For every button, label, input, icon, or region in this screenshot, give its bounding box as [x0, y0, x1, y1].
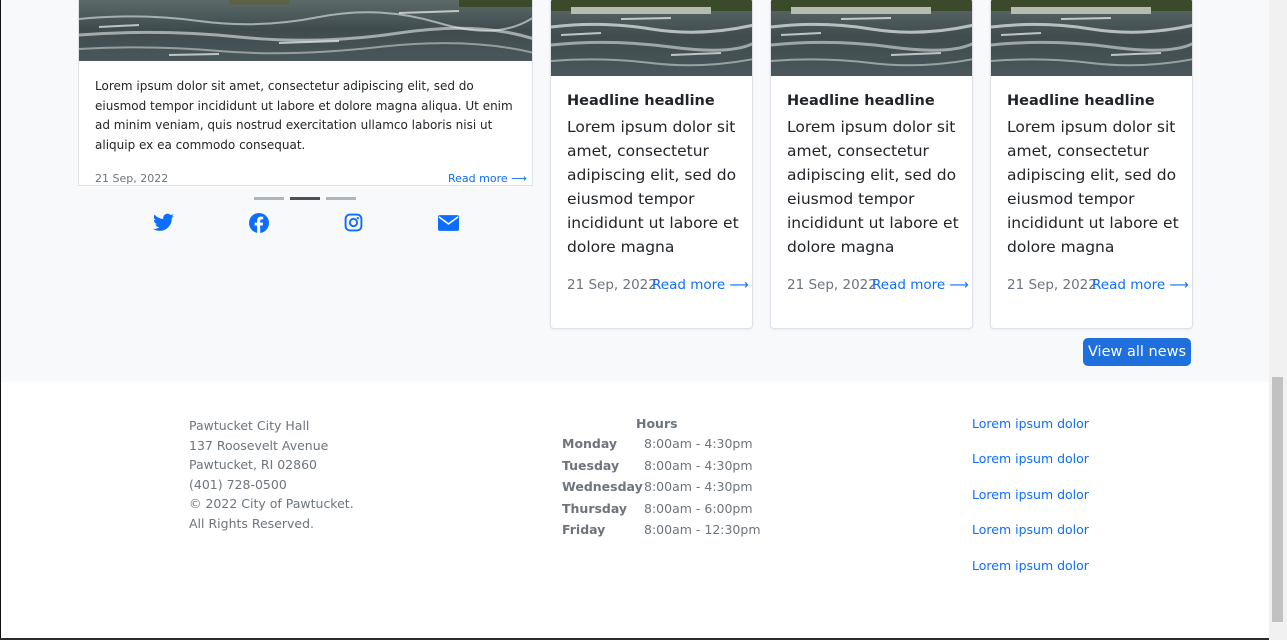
footer-link-5[interactable]: Lorem ipsum dolor [972, 558, 1089, 573]
hours-time: 8:00am - 6:00pm [644, 501, 753, 516]
vertical-scrollbar[interactable] [1269, 0, 1287, 640]
hours-heading: Hours [636, 416, 678, 431]
hours-day: Wednesday [562, 479, 643, 494]
river-photo [79, 0, 532, 61]
news-card-3: Headline headline Lorem ipsum dolor sit … [990, 0, 1193, 329]
featured-date: 21 Sep, 2022 [95, 172, 169, 185]
address-line: 137 Roosevelt Avenue [189, 437, 329, 453]
hours-row: Monday 8:00am - 4:30pm [562, 436, 753, 451]
hours-time: 8:00am - 4:30pm [644, 479, 753, 494]
mail-icon[interactable] [438, 215, 459, 231]
scrollbar-thumb[interactable] [1272, 377, 1283, 622]
featured-news-card: Lorem ipsum dolor sit amet, consectetur … [78, 0, 533, 186]
twitter-icon[interactable] [153, 213, 174, 232]
copyright: © 2022 City of Pawtucket. [189, 496, 354, 511]
rights-reserved: All Rights Reserved. [189, 515, 315, 531]
facebook-icon[interactable] [249, 213, 269, 233]
view-all-news-button[interactable]: View all news [1083, 338, 1191, 366]
address-line: Pawtucket City Hall [189, 418, 310, 433]
footer-link-4[interactable]: Lorem ipsum dolor [972, 522, 1089, 537]
card-date: 21 Sep, 2022 [567, 277, 657, 293]
hours-row: Wednesday8:00am - 4:30pm [562, 479, 753, 494]
hours-row: Friday 8:00am - 12:30pm [562, 522, 761, 537]
footer-link-1[interactable]: Lorem ipsum dolor [972, 416, 1089, 431]
phone-number: (401) 728-0500 [189, 476, 287, 492]
featured-read-more-link[interactable]: Read more ⟶ [448, 172, 527, 185]
hours-row: Thursday 8:00am - 6:00pm [562, 501, 753, 516]
hours-time: 8:00am - 4:30pm [644, 436, 753, 451]
carousel-indicator-1[interactable] [254, 197, 284, 200]
card-summary: Lorem ipsum dolor sit amet, consectetur … [567, 118, 739, 256]
card-headline: Headline headline [787, 93, 935, 109]
card-headline: Headline headline [1007, 93, 1155, 109]
carousel-indicator-3[interactable] [326, 197, 356, 200]
address-line: Pawtucket, RI 02860 [189, 457, 317, 472]
hours-row: Tuesday 8:00am - 4:30pm [562, 458, 753, 473]
card-read-more-link[interactable]: Read more ⟶ [872, 277, 969, 293]
card-date: 21 Sep, 2022 [787, 277, 877, 293]
hours-day: Monday [562, 436, 618, 451]
footer-link-3[interactable]: Lorem ipsum dolor [972, 487, 1089, 502]
river-photo [771, 0, 972, 76]
card-date: 21 Sep, 2022 [1007, 277, 1097, 293]
news-card-2: Headline headline Lorem ipsum dolor sit … [770, 0, 973, 329]
card-headline: Headline headline [567, 93, 715, 109]
footer-address: Pawtucket City Hall 137 Roosevelt Avenue… [189, 416, 354, 533]
news-card-1: Headline headline Lorem ipsum dolor sit … [550, 0, 753, 329]
carousel-indicator-2[interactable] [290, 197, 320, 200]
river-photo [991, 0, 1192, 76]
hours-time: 8:00am - 12:30pm [644, 522, 761, 537]
card-summary: Lorem ipsum dolor sit amet, consectetur … [787, 118, 959, 256]
hours-day: Friday [562, 522, 606, 537]
card-read-more-link[interactable]: Read more ⟶ [1092, 277, 1189, 293]
river-photo [551, 0, 752, 76]
hours-time: 8:00am - 4:30pm [644, 458, 753, 473]
hours-day: Thursday [562, 501, 628, 516]
news-section: Lorem ipsum dolor sit amet, consectetur … [1, 0, 1269, 382]
hours-day: Tuesday [562, 458, 620, 473]
footer-link-2[interactable]: Lorem ipsum dolor [972, 451, 1089, 466]
instagram-icon[interactable] [344, 213, 363, 232]
card-read-more-link[interactable]: Read more ⟶ [652, 277, 749, 293]
card-summary: Lorem ipsum dolor sit amet, consectetur … [1007, 118, 1179, 256]
featured-summary: Lorem ipsum dolor sit amet, consectetur … [95, 79, 513, 152]
